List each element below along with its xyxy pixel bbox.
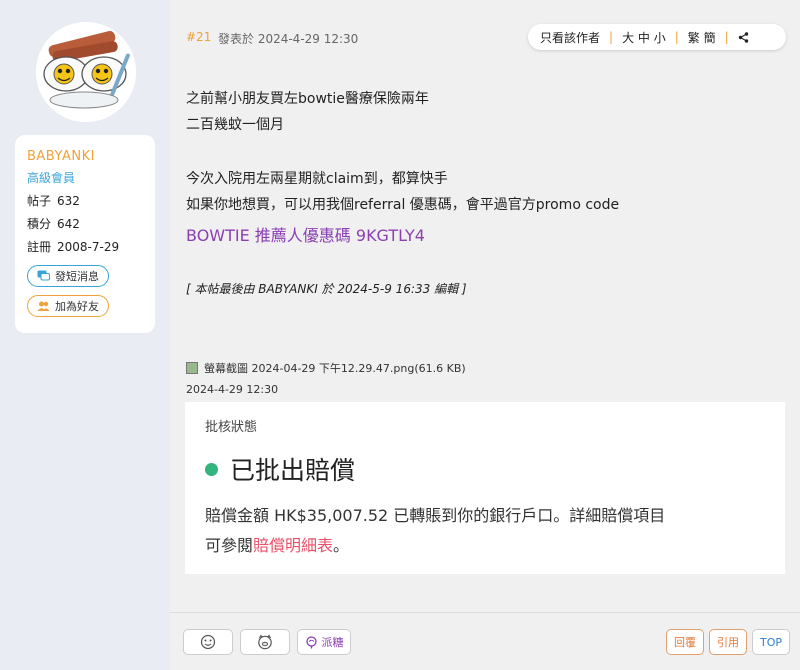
promo-code-text: BOWTIE 推薦人優惠碼 9KGTLY4 — [186, 226, 425, 245]
back-to-top-button[interactable]: TOP — [752, 629, 790, 655]
toolbar-separator: | — [724, 30, 729, 44]
post-line: 二百幾蚊一個月 — [186, 117, 284, 133]
claim-description: 賠償金額 HK$35,007.52 已轉賬到你的銀行戶口。詳細賠償項目 可參閱賠… — [205, 501, 765, 561]
post-toolbar: 只看該作者 | 大 中 小 | 繁 簡 | — [528, 24, 786, 50]
attached-screenshot[interactable]: 批核狀態 已批出賠償 賠償金額 HK$35,007.52 已轉賬到你的銀行戶口。… — [185, 402, 785, 574]
stat-points-value: 642 — [57, 217, 80, 231]
status-dot-icon — [205, 462, 218, 476]
stat-posts: 帖子 632 — [27, 192, 143, 209]
post-timestamp: 發表於 2024-4-29 12:30 — [218, 32, 359, 46]
sugar-button[interactable]: 派糖 — [297, 629, 351, 655]
font-size-selector[interactable]: 大 中 小 — [622, 29, 666, 46]
post-body: 之前幫小朋友買左bowtie醫療保險兩年 二百幾蚊一個月 今次入院用左兩星期就c… — [186, 86, 619, 252]
stat-registered: 註冊 2008-7-29 — [27, 238, 143, 255]
add-friend-label: 加為好友 — [55, 300, 99, 313]
stat-points: 積分 642 — [27, 215, 143, 232]
chat-bubble-icon — [37, 270, 50, 281]
avatar-image — [36, 22, 136, 122]
send-message-label: 發短消息 — [55, 270, 99, 283]
attachment-filename[interactable]: 螢幕截圖 2024-04-29 下午12.29.47.png(61.6 KB) — [204, 360, 466, 376]
approval-status-title: 已批出賠償 — [230, 456, 356, 485]
candy-icon — [305, 635, 317, 648]
add-friend-button[interactable]: 加為好友 — [27, 295, 109, 317]
smile-face-icon — [200, 634, 216, 650]
footer-divider — [170, 612, 800, 613]
stat-posts-label: 帖子 — [27, 194, 52, 208]
add-friend-icon — [37, 301, 50, 311]
sugar-label: 派糖 — [321, 636, 344, 649]
quote-button[interactable]: 引用 — [709, 629, 747, 655]
profile-card: BABYANKI 高級會員 帖子 632 積分 642 註冊 2008-7-29 發短… — [15, 135, 155, 333]
claim-description-suffix: 。 — [333, 536, 350, 555]
stat-posts-value: 632 — [57, 194, 80, 208]
username[interactable]: BABYANKI — [27, 149, 143, 164]
pig-face-icon — [258, 634, 272, 650]
post-floor-number[interactable]: #21 — [186, 30, 211, 44]
toolbar-separator: | — [674, 30, 679, 44]
reaction-pig-button[interactable] — [240, 629, 290, 655]
post-line: 今次入院用左兩星期就claim到，都算快手 — [186, 171, 448, 187]
approval-status: 已批出賠償 — [205, 451, 765, 487]
avatar[interactable] — [36, 22, 136, 122]
claim-details-link: 賠償明細表 — [253, 536, 334, 555]
send-message-button[interactable]: 發短消息 — [27, 265, 109, 287]
user-sidebar: BABYANKI 高級會員 帖子 632 積分 642 註冊 2008-7-29 發短… — [0, 0, 170, 670]
stat-points-label: 積分 — [27, 217, 52, 231]
image-file-icon — [186, 362, 198, 374]
share-icon[interactable] — [738, 31, 749, 43]
claim-description-line: 賠償金額 HK$35,007.52 已轉賬到你的銀行戶口。詳細賠償項目 — [205, 506, 666, 525]
claim-description-line: 可參閱賠償明細表。 — [205, 531, 765, 561]
post-line: 之前幫小朋友買左bowtie醫療保險兩年 — [186, 91, 429, 107]
claim-description-prefix: 可參閱 — [205, 536, 254, 555]
attachment-time: 2024-4-29 12:30 — [186, 383, 279, 396]
script-toggle[interactable]: 繁 簡 — [688, 29, 716, 46]
toolbar-separator: | — [609, 30, 614, 44]
stat-registered-value: 2008-7-29 — [57, 240, 120, 254]
attachment-link[interactable]: 螢幕截圖 2024-04-29 下午12.29.47.png(61.6 KB) — [186, 360, 466, 376]
stat-registered-label: 註冊 — [27, 240, 52, 254]
user-rank[interactable]: 高級會員 — [27, 169, 143, 186]
reply-button[interactable]: 回覆 — [666, 629, 704, 655]
author-only-button[interactable]: 只看該作者 — [540, 29, 600, 46]
post-main: #21 發表於 2024-4-29 12:30 只看該作者 | 大 中 小 | … — [170, 0, 800, 670]
post-line: 如果你地想買，可以用我個referral 優惠碼，會平過官方promo code — [186, 197, 620, 213]
approval-status-label: 批核狀態 — [205, 420, 258, 435]
reaction-face-button[interactable] — [183, 629, 233, 655]
edited-note: [ 本帖最後由 BABYANKI 於 2024-5-9 16:33 編輯 ] — [186, 282, 467, 296]
